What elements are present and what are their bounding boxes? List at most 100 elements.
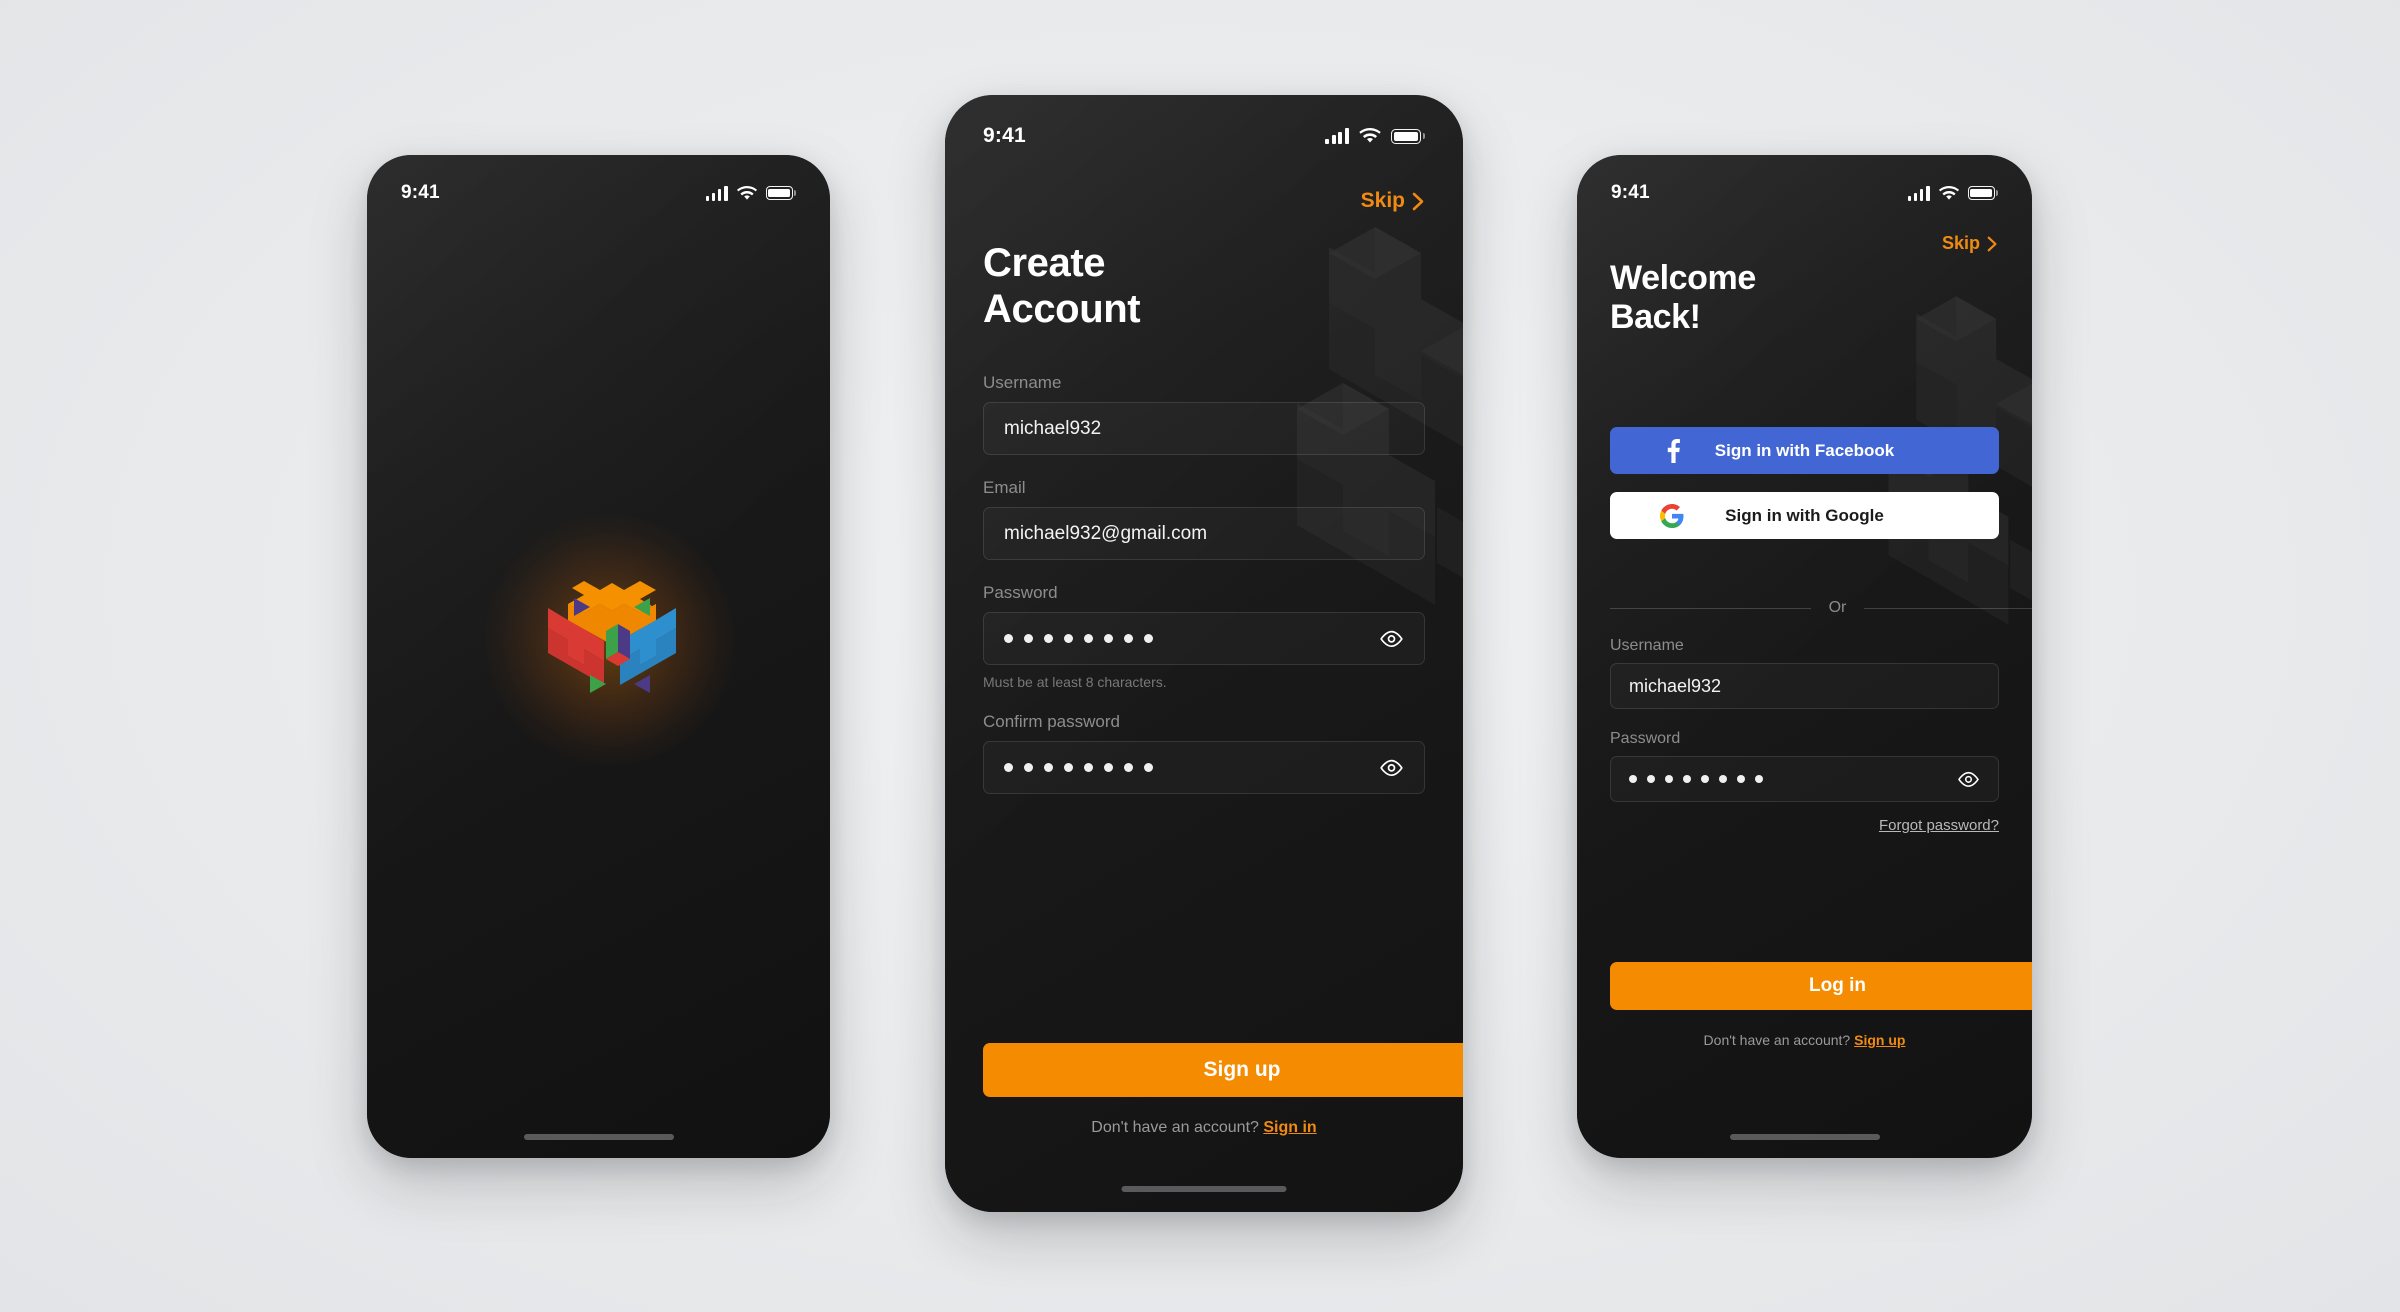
login-form: Username michael932 Password Forgot pass… [1610,637,1999,834]
password-dot [1629,775,1637,783]
field-label-username: Username [1610,637,1684,654]
password-dot [1104,763,1113,772]
wifi-icon [1938,185,1959,201]
password-dot [1124,634,1133,643]
home-indicator-create-account[interactable] [1121,1186,1287,1192]
password-dot [1104,634,1113,643]
skip-label: Skip [1941,233,1980,253]
password-input[interactable] [1610,756,1999,802]
log-in-button[interactable]: Log in [1610,962,2032,1010]
phone-create-account-screen: 9:41 Skip Create Account Username michae… [945,95,1463,1212]
status-bar-welcome-back: 9:41 [1577,179,2032,207]
google-icon [1660,503,1684,528]
wifi-icon [736,185,757,201]
password-dot [1144,763,1153,772]
confirm-password-input[interactable] [983,741,1425,794]
username-input[interactable]: michael932 [983,402,1425,455]
password-dot [1064,634,1073,643]
sign-in-with-facebook-button[interactable]: Sign in with Facebook [1610,427,1999,474]
status-bar-splash: 9:41 [367,179,830,207]
forgot-password-link[interactable]: Forgot password? [1610,817,1999,834]
email-input[interactable]: michael932@gmail.com [983,507,1425,560]
status-icons [1324,128,1425,144]
password-dot [1024,763,1033,772]
password-dot [1084,634,1093,643]
app-logo-isometric-cube [538,563,686,715]
password-input[interactable] [983,612,1425,665]
field-label-password: Password [983,583,1058,602]
facebook-icon [1667,438,1680,463]
username-input[interactable]: michael932 [1610,663,1999,709]
sign-in-link[interactable]: Sign in [1263,1119,1316,1136]
form-group-confirm-password: Confirm password [983,712,1425,794]
footer-text: Don't have an account? [1091,1119,1259,1136]
divider-line-right [1864,607,2032,609]
eye-icon[interactable] [1957,771,1980,788]
username-value: michael932 [1004,417,1102,439]
email-value: michael932@gmail.com [1004,522,1208,544]
form-group-username: Username michael932 [983,373,1425,455]
status-icons [1907,185,1998,201]
skip-label: Skip [1360,189,1405,212]
social-login-group: Sign in with Facebook Sign in with Googl… [1610,427,1999,539]
skip-button-create-account[interactable]: Skip [1361,189,1425,213]
field-label-username: Username [983,373,1062,392]
password-dot [1064,763,1073,772]
phone-welcome-back-screen: 9:41 Skip Welcome Back! Sign in with Fac… [1577,155,2032,1158]
password-dot [1719,775,1727,783]
sign-up-button[interactable]: Sign up [983,1043,1463,1097]
form-group-email: Email michael932@gmail.com [983,478,1425,560]
sign-up-link[interactable]: Sign up [1854,1032,1905,1048]
sign-in-with-google-button[interactable]: Sign in with Google [1610,492,1999,539]
divider-line-left [1610,607,1811,609]
password-dot [1084,763,1093,772]
field-label-email: Email [983,478,1026,497]
cellular-signal-icon [1907,185,1930,201]
chevron-right-icon [1412,192,1425,211]
eye-icon[interactable] [1379,630,1404,648]
home-indicator-splash[interactable] [523,1134,674,1140]
footer-text: Don't have an account? [1703,1032,1851,1048]
chevron-right-icon [1987,236,1998,252]
wifi-icon [1359,128,1381,144]
password-dot [1044,763,1053,772]
signup-form: Username michael932 Email michael932@gma… [983,373,1425,794]
cellular-signal-icon [705,185,728,201]
status-time: 9:41 [401,182,440,203]
battery-icon [1967,186,1998,200]
password-dot [1004,763,1013,772]
username-value: michael932 [1629,675,1722,696]
password-dot [1683,775,1691,783]
password-dot [1004,634,1013,643]
password-dot [1124,763,1133,772]
password-masked-value [1004,634,1153,643]
password-dot [1737,775,1745,783]
form-group-username: Username michael932 [1610,637,1999,709]
field-label-password: Password [1610,730,1681,747]
password-masked-value [1629,775,1763,783]
or-divider: Or [1610,599,2032,617]
status-bar-create-account: 9:41 [945,121,1463,151]
password-dot [1044,634,1053,643]
home-indicator-welcome-back[interactable] [1729,1134,1880,1140]
password-dot [1665,775,1673,783]
field-label-confirm-password: Confirm password [983,712,1120,731]
page-title-create-account: Create Account [983,241,1141,331]
password-dot [1144,634,1153,643]
eye-icon[interactable] [1379,759,1404,777]
form-group-password: Password Must be at least 8 characters. [983,583,1425,690]
status-icons [705,185,796,201]
signup-footer: Don't have an account? Sign in [945,1119,1463,1137]
skip-button-welcome-back[interactable]: Skip [1942,233,1998,254]
cellular-signal-icon [1324,128,1350,144]
phone-splash-screen: 9:41 [367,155,830,1158]
divider-label: Or [1828,599,1847,616]
battery-icon [1391,128,1425,144]
confirm-password-masked-value [1004,763,1153,772]
password-helper-text: Must be at least 8 characters. [983,674,1167,690]
battery-icon [765,186,796,200]
password-dot [1024,634,1033,643]
login-footer: Don't have an account? Sign up [1577,1032,2032,1048]
status-time: 9:41 [983,124,1026,147]
status-time: 9:41 [1611,182,1650,203]
